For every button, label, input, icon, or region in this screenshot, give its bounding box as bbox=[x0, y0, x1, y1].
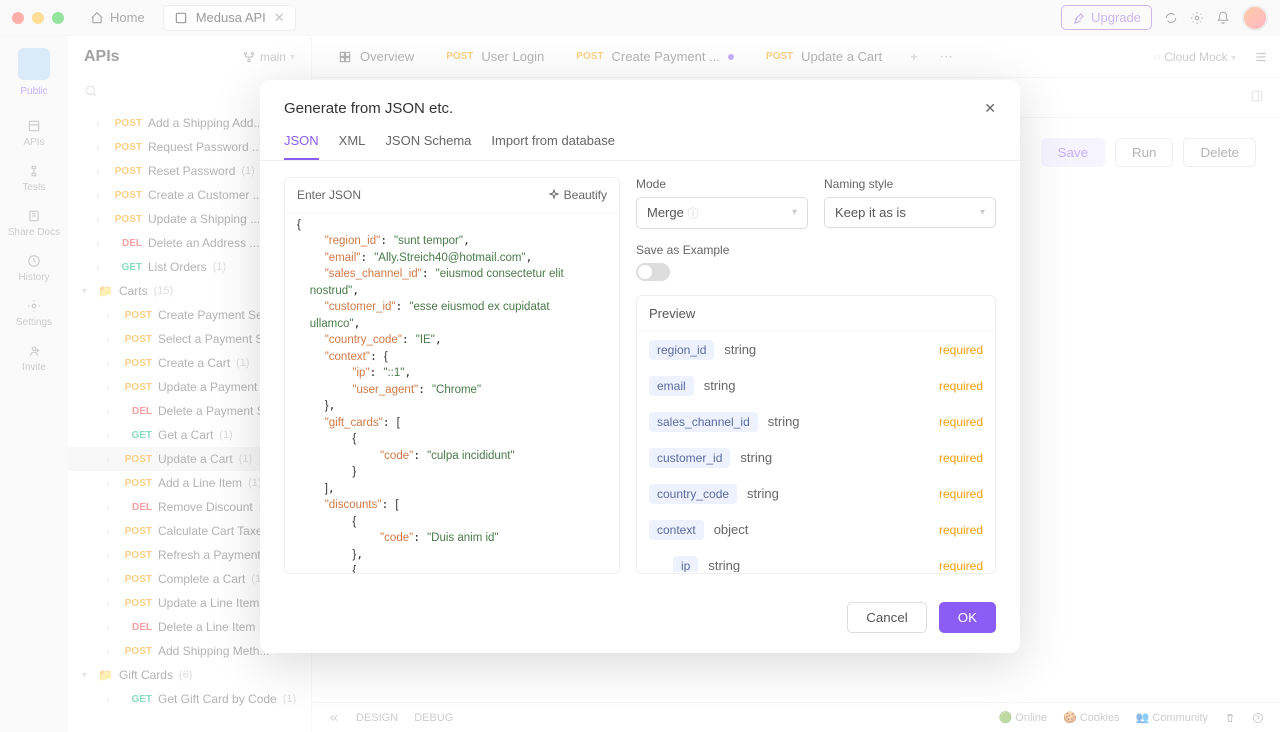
modal-overlay: Generate from JSON etc. ✕ JSON XML JSON Sc… bbox=[0, 0, 1280, 732]
modal-tab-import-from-database[interactable]: Import from database bbox=[491, 133, 615, 160]
preview-field: region_id string required bbox=[637, 332, 995, 368]
field-name-badge: email bbox=[649, 376, 694, 396]
cancel-button[interactable]: Cancel bbox=[847, 602, 927, 633]
modal-tab-json[interactable]: JSON bbox=[284, 133, 319, 160]
preview-field: ip string required bbox=[637, 548, 995, 572]
json-label: Enter JSON bbox=[297, 188, 361, 202]
modal-tab-xml[interactable]: XML bbox=[339, 133, 366, 160]
field-type: string bbox=[747, 486, 779, 501]
preview-field: sales_channel_id string required bbox=[637, 404, 995, 440]
sparkle-icon bbox=[548, 189, 560, 201]
field-type: string bbox=[704, 378, 736, 393]
field-type: object bbox=[714, 522, 749, 537]
field-name-badge: customer_id bbox=[649, 448, 730, 468]
preview-field: context object required bbox=[637, 512, 995, 548]
preview-field: customer_id string required bbox=[637, 440, 995, 476]
save-example-label: Save as Example bbox=[636, 243, 996, 257]
field-type: string bbox=[768, 414, 800, 429]
field-name-badge: ip bbox=[673, 556, 698, 572]
modal-tabs: JSON XML JSON Schema Import from database bbox=[260, 117, 1020, 161]
save-example-toggle[interactable] bbox=[636, 263, 670, 281]
field-name-badge: region_id bbox=[649, 340, 714, 360]
field-name-badge: context bbox=[649, 520, 704, 540]
preview-field: email string required bbox=[637, 368, 995, 404]
field-required: required bbox=[939, 343, 983, 357]
preview-field: country_code string required bbox=[637, 476, 995, 512]
field-name-badge: country_code bbox=[649, 484, 737, 504]
preview-list: region_idstringrequiredemailstringrequir… bbox=[637, 332, 995, 572]
modal-close-button[interactable]: ✕ bbox=[984, 100, 996, 117]
mode-label: Mode bbox=[636, 177, 808, 191]
generate-json-modal: Generate from JSON etc. ✕ JSON XML JSON Sc… bbox=[260, 80, 1020, 653]
field-required: required bbox=[939, 559, 983, 572]
preview-header: Preview bbox=[637, 296, 995, 332]
field-required: required bbox=[939, 415, 983, 429]
field-required: required bbox=[939, 451, 983, 465]
beautify-button[interactable]: Beautify bbox=[548, 188, 607, 202]
modal-tab-json-schema[interactable]: JSON Schema bbox=[385, 133, 471, 160]
field-type: string bbox=[724, 342, 756, 357]
modal-right-panel: Mode Merge ⓘ ▾ Naming style Keep it as i… bbox=[636, 177, 996, 574]
field-required: required bbox=[939, 523, 983, 537]
preview-panel: Preview region_idstringrequiredemailstri… bbox=[636, 295, 996, 574]
json-content[interactable]: { "region_id": "sunt tempor", "email": "… bbox=[285, 213, 619, 573]
naming-select[interactable]: Keep it as is ▾ bbox=[824, 197, 996, 228]
ok-button[interactable]: OK bbox=[939, 602, 996, 633]
field-required: required bbox=[939, 487, 983, 501]
naming-label: Naming style bbox=[824, 177, 996, 191]
field-type: string bbox=[708, 558, 740, 572]
field-type: string bbox=[740, 450, 772, 465]
modal-title: Generate from JSON etc. bbox=[284, 100, 453, 117]
json-editor-panel: Enter JSON Beautify { "region_id": "sunt… bbox=[284, 177, 620, 574]
field-required: required bbox=[939, 379, 983, 393]
mode-select[interactable]: Merge ⓘ ▾ bbox=[636, 197, 808, 229]
field-name-badge: sales_channel_id bbox=[649, 412, 758, 432]
